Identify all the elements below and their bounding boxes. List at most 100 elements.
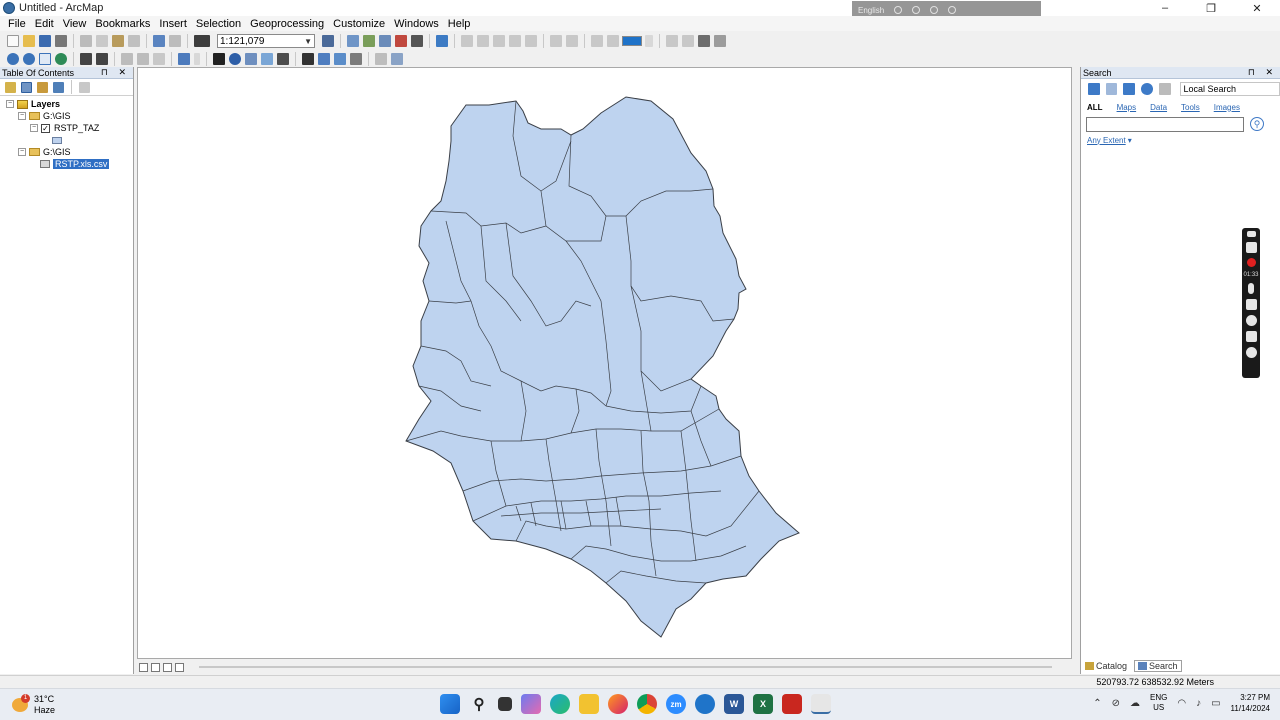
layout-zoom-out-icon[interactable] bbox=[477, 35, 489, 47]
map-display[interactable] bbox=[137, 67, 1072, 659]
map-canvas[interactable] bbox=[138, 68, 1073, 660]
forward-extent-icon[interactable] bbox=[137, 53, 149, 65]
volume-icon[interactable]: ♪ bbox=[1196, 698, 1201, 709]
back-arrow-icon[interactable] bbox=[1088, 83, 1100, 95]
menu-selection[interactable]: Selection bbox=[196, 18, 246, 30]
model-builder-icon[interactable] bbox=[436, 35, 448, 47]
layout-view-icon[interactable] bbox=[666, 35, 678, 47]
menu-view[interactable]: View bbox=[63, 18, 92, 30]
collapse-icon[interactable]: − bbox=[18, 112, 26, 120]
remote-desktop-icon[interactable] bbox=[695, 694, 715, 714]
window-capture-icon[interactable] bbox=[1245, 331, 1257, 342]
tree-node-rstp-taz[interactable]: − ✓ RSTP_TAZ bbox=[0, 122, 133, 134]
list-by-drawing-order-icon[interactable] bbox=[5, 81, 16, 93]
python-window-icon[interactable] bbox=[411, 35, 423, 47]
battery-icon[interactable]: ▭ bbox=[1211, 698, 1220, 709]
new-document-icon[interactable] bbox=[7, 35, 19, 47]
open-folder-icon[interactable] bbox=[23, 35, 35, 47]
acrobat-icon[interactable] bbox=[782, 694, 802, 714]
add-data-icon[interactable] bbox=[194, 35, 210, 47]
search-header-controls[interactable]: ⊓ ✕ bbox=[1248, 67, 1280, 78]
draw-text-icon[interactable] bbox=[607, 35, 619, 47]
arcmap-taskbar-icon[interactable] bbox=[811, 694, 831, 714]
home-icon[interactable] bbox=[1123, 83, 1136, 95]
minimize-button[interactable]: – bbox=[1142, 0, 1188, 16]
editor-toolbar-icon[interactable] bbox=[322, 35, 334, 47]
excel-icon[interactable]: X bbox=[753, 694, 773, 714]
fixed-zoom-in-icon[interactable] bbox=[80, 53, 92, 65]
close-button[interactable]: ✕ bbox=[1234, 0, 1280, 16]
input-language[interactable]: ENG US bbox=[1150, 693, 1167, 713]
draw-select-icon[interactable] bbox=[550, 35, 562, 47]
find-binoculars-icon[interactable] bbox=[302, 53, 314, 65]
task-view-icon[interactable] bbox=[498, 697, 512, 711]
tab-data[interactable]: Data bbox=[1150, 103, 1167, 112]
lang-settings-icon[interactable] bbox=[912, 6, 921, 14]
tab-maps[interactable]: Maps bbox=[1117, 103, 1137, 112]
menu-geoprocessing[interactable]: Geoprocessing bbox=[250, 18, 329, 30]
recorder-menu-icon[interactable] bbox=[1246, 231, 1256, 237]
edge-browser-icon[interactable] bbox=[550, 694, 570, 714]
swipe-icon[interactable] bbox=[391, 53, 403, 65]
tree-node-symbol[interactable] bbox=[0, 134, 133, 146]
data-view-button[interactable] bbox=[151, 662, 160, 672]
lang-info-icon[interactable] bbox=[948, 6, 957, 14]
chevron-up-icon[interactable]: ⌃ bbox=[1093, 698, 1101, 709]
menu-bookmarks[interactable]: Bookmarks bbox=[95, 18, 155, 30]
pause-drawing-icon[interactable] bbox=[714, 35, 726, 47]
menu-file[interactable]: File bbox=[8, 18, 31, 30]
identify-icon[interactable] bbox=[229, 53, 241, 65]
draw-shape-icon[interactable] bbox=[591, 35, 603, 47]
undo-icon[interactable] bbox=[153, 35, 165, 47]
delete-icon[interactable] bbox=[128, 35, 140, 47]
toc-header-controls[interactable]: ⊓ ✕ bbox=[101, 67, 133, 78]
list-by-selection-icon[interactable] bbox=[53, 81, 64, 93]
maximize-button[interactable]: ❐ bbox=[1188, 0, 1234, 16]
html-popup-icon[interactable] bbox=[261, 53, 273, 65]
collapse-icon[interactable]: − bbox=[30, 124, 38, 132]
fixed-zoom-out-icon[interactable] bbox=[96, 53, 108, 65]
catalog-window-icon[interactable] bbox=[363, 35, 375, 47]
layout-pan-icon[interactable] bbox=[493, 35, 505, 47]
start-windows-icon[interactable] bbox=[440, 694, 460, 714]
zoom-icon[interactable]: zm bbox=[666, 694, 686, 714]
study-area-outline[interactable] bbox=[405, 96, 800, 638]
redo-icon[interactable] bbox=[169, 35, 181, 47]
horizontal-scrollbar[interactable] bbox=[199, 666, 1052, 668]
pan-hand-icon[interactable] bbox=[39, 53, 51, 65]
tree-node-folder-2[interactable]: − G:\GIS bbox=[0, 146, 133, 158]
tab-search[interactable]: Search bbox=[1134, 660, 1182, 672]
draw-rotate-icon[interactable] bbox=[566, 35, 578, 47]
list-by-source-icon[interactable] bbox=[21, 81, 32, 93]
data-view-icon[interactable] bbox=[682, 35, 694, 47]
weather-widget[interactable]: 1 31°C Haze bbox=[12, 694, 55, 716]
layout-fixed-zoom-icon[interactable] bbox=[525, 35, 537, 47]
search-icon[interactable]: ⚲ bbox=[1250, 117, 1264, 131]
wifi-icon[interactable]: ◠ bbox=[1177, 698, 1186, 709]
settings-gear-icon[interactable] bbox=[1245, 347, 1257, 358]
find-route-icon[interactable] bbox=[318, 53, 330, 65]
select-elements-arrow-icon[interactable] bbox=[213, 53, 225, 65]
cut-icon[interactable] bbox=[80, 35, 92, 47]
lang-help-icon[interactable] bbox=[930, 6, 939, 14]
record-icon[interactable] bbox=[1246, 258, 1256, 267]
search-icon[interactable]: ⚲ bbox=[469, 694, 489, 714]
go-to-xy-icon[interactable] bbox=[153, 53, 165, 65]
refresh-view-button[interactable] bbox=[163, 662, 172, 672]
tree-node-folder-1[interactable]: − G:\GIS bbox=[0, 110, 133, 122]
tab-tools[interactable]: Tools bbox=[1181, 103, 1200, 112]
save-icon[interactable] bbox=[39, 35, 51, 47]
full-extent-icon[interactable] bbox=[55, 53, 67, 65]
pause-drawing-button[interactable] bbox=[175, 662, 184, 672]
camera-icon[interactable] bbox=[1245, 242, 1257, 253]
layout-view-button[interactable] bbox=[139, 662, 148, 672]
collapse-icon[interactable]: − bbox=[6, 100, 14, 108]
fill-color-swatch[interactable] bbox=[622, 36, 642, 46]
chrome-icon[interactable] bbox=[637, 694, 657, 714]
table-of-contents-icon[interactable] bbox=[347, 35, 359, 47]
chevron-down-icon[interactable]: ▼ bbox=[304, 37, 314, 46]
menu-insert[interactable]: Insert bbox=[159, 18, 192, 30]
network-off-icon[interactable]: ⊘ bbox=[1112, 698, 1120, 709]
webcam-icon[interactable] bbox=[1245, 315, 1257, 326]
menu-edit[interactable]: Edit bbox=[35, 18, 59, 30]
